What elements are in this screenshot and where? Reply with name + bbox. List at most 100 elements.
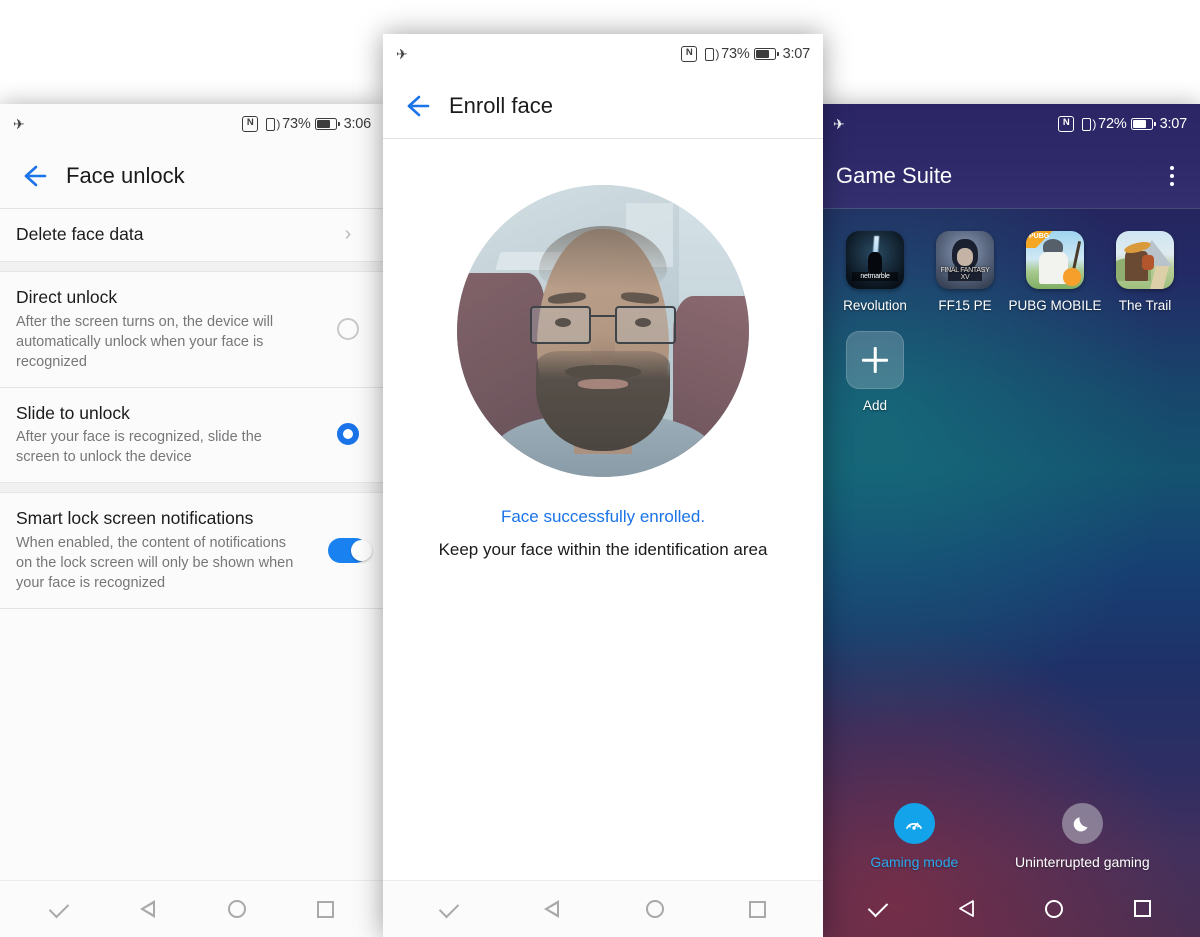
row-control: ›	[328, 224, 368, 244]
home-icon[interactable]	[1029, 889, 1079, 929]
battery-percent-label: 73%	[721, 46, 750, 62]
home-icon[interactable]	[212, 889, 262, 929]
recents-icon[interactable]	[1117, 889, 1167, 929]
phone-panel-enroll-face: ✈ N 73% 3:07 Enroll face	[383, 34, 823, 937]
switch-smart-lock-notifications[interactable]	[328, 537, 372, 563]
row-control	[328, 423, 368, 446]
page-title: Enroll face	[449, 93, 553, 118]
row-subtitle: After your face is recognized, slide the…	[16, 429, 262, 466]
navigation-bar-middle	[383, 880, 823, 937]
radio-direct-unlock[interactable]	[337, 317, 359, 340]
navigation-bar-right	[820, 880, 1200, 937]
settings-list: Delete face data › Direct unlock After t…	[0, 209, 384, 609]
hide-keyboard-icon[interactable]	[34, 889, 84, 929]
pubg-mobile-app-icon: PUBG	[1026, 231, 1084, 289]
setting-row-slide-to-unlock[interactable]: Slide to unlock After your face is recog…	[0, 387, 384, 483]
game-tile-pubg-mobile[interactable]: PUBG PUBG MOBILE	[1008, 231, 1102, 313]
row-texts: Direct unlock After the screen turns on,…	[16, 286, 320, 372]
airplane-mode-icon: ✈	[833, 116, 845, 132]
back-arrow-icon[interactable]	[399, 89, 433, 123]
status-bar-left: ✈ N 73% 3:06	[0, 104, 384, 144]
radio-slide-to-unlock[interactable]	[337, 423, 359, 446]
mode-gaming-mode[interactable]: Gaming mode	[870, 803, 958, 870]
recents-icon[interactable]	[733, 889, 783, 929]
setting-row-delete-face-data[interactable]: Delete face data ›	[0, 209, 384, 261]
setting-row-smart-lock-screen-notifications[interactable]: Smart lock screen notifications When ena…	[0, 493, 384, 608]
recents-icon[interactable]	[301, 889, 351, 929]
clock-label: 3:07	[782, 46, 811, 62]
vibrate-icon	[1078, 115, 1096, 133]
row-divider	[0, 608, 384, 609]
row-texts: Smart lock screen notifications When ena…	[16, 507, 320, 593]
phone-panel-face-unlock: ✈ N 73% 3:06 Face unlock	[0, 104, 384, 937]
battery-percent-label: 73%	[282, 116, 311, 132]
game-tile-the-trail[interactable]: The Trail	[1100, 231, 1190, 313]
app-bar-enroll-face: Enroll face	[383, 74, 823, 138]
more-options-icon[interactable]	[1160, 164, 1184, 188]
status-bar-right: ✈ N 72% 3:07	[820, 104, 1200, 144]
clock-label: 3:07	[1159, 116, 1188, 132]
battery-icon	[1130, 118, 1156, 130]
airplane-mode-icon: ✈	[13, 116, 25, 132]
hide-keyboard-icon[interactable]	[424, 889, 474, 929]
enrollment-hint-message: Keep your face within the identification…	[438, 540, 768, 559]
status-bar-middle: ✈ N 73% 3:07	[383, 34, 823, 74]
app-bar-game-suite: Game Suite	[820, 144, 1200, 208]
phone-panel-game-suite: ✈ N 72% 3:07 Game Suite netmarble	[820, 104, 1200, 937]
add-label: Add	[862, 398, 888, 413]
back-icon[interactable]	[941, 889, 991, 929]
navigation-bar-left	[0, 880, 384, 937]
nfc-icon: N	[1058, 116, 1075, 132]
nfc-icon: N	[681, 46, 698, 62]
page-title: Game Suite	[836, 163, 953, 188]
status-bar-left-icons: ✈	[396, 47, 408, 61]
row-title: Slide to unlock	[16, 402, 130, 423]
clock-label: 3:06	[343, 116, 372, 132]
row-texts: Slide to unlock After your face is recog…	[16, 402, 320, 468]
status-bar-right-icons: N 72% 3:07	[1058, 115, 1188, 133]
row-control	[328, 537, 372, 563]
enrolled-face-photo	[457, 185, 749, 477]
status-bar-right-icons: N 73% 3:07	[681, 45, 811, 63]
app-bar-face-unlock: Face unlock	[0, 144, 384, 208]
game-label: FF15 PE	[938, 298, 992, 313]
icon-badge-text: netmarble	[851, 272, 899, 281]
status-bar-right-icons: N 73% 3:06	[242, 115, 372, 133]
mode-label: Uninterrupted gaming	[1014, 854, 1150, 870]
home-icon[interactable]	[630, 889, 680, 929]
row-subtitle: When enabled, the content of notificatio…	[16, 535, 294, 591]
battery-icon	[753, 48, 779, 60]
setting-row-direct-unlock[interactable]: Direct unlock After the screen turns on,…	[0, 271, 384, 387]
row-control	[328, 317, 368, 340]
vibrate-icon	[701, 45, 719, 63]
back-arrow-icon[interactable]	[16, 159, 50, 193]
screenshot-stage: ✈ N 73% 3:06 Face unlock	[0, 0, 1200, 937]
status-bar-left-icons: ✈	[833, 117, 845, 131]
the-trail-app-icon	[1116, 231, 1174, 289]
game-grid: netmarble Revolution FINAL FANTASY XV FF…	[820, 209, 1200, 431]
game-tile-revolution[interactable]: netmarble Revolution	[830, 231, 920, 313]
battery-percent-label: 72%	[1098, 116, 1127, 132]
icon-badge-text: FINAL FANTASY XV	[940, 266, 990, 281]
netmarble-revolution-app-icon: netmarble	[846, 231, 904, 289]
row-texts: Delete face data	[16, 223, 320, 246]
airplane-mode-icon: ✈	[396, 46, 408, 62]
status-bar-left-icons: ✈	[13, 117, 25, 131]
list-group-separator	[0, 260, 384, 272]
hide-keyboard-icon[interactable]	[853, 889, 903, 929]
face-preview-wrapper	[383, 185, 823, 477]
row-subtitle: After the screen turns on, the device wi…	[16, 313, 274, 370]
nfc-icon: N	[242, 116, 259, 132]
row-title: Delete face data	[16, 224, 144, 244]
list-group-separator	[0, 482, 384, 494]
back-icon[interactable]	[527, 889, 577, 929]
chevron-right-icon[interactable]: ›	[345, 224, 352, 244]
add-game-tile[interactable]: Add	[830, 331, 920, 413]
back-icon[interactable]	[123, 889, 173, 929]
mode-uninterrupted-gaming[interactable]: Uninterrupted gaming	[1015, 803, 1150, 870]
final-fantasy-xv-app-icon: FINAL FANTASY XV	[936, 231, 994, 289]
vibrate-icon	[262, 115, 280, 133]
game-tile-ff15-pe[interactable]: FINAL FANTASY XV FF15 PE	[920, 231, 1010, 313]
game-label: The Trail	[1118, 298, 1172, 313]
enrollment-success-message: Face successfully enrolled.	[500, 507, 706, 526]
